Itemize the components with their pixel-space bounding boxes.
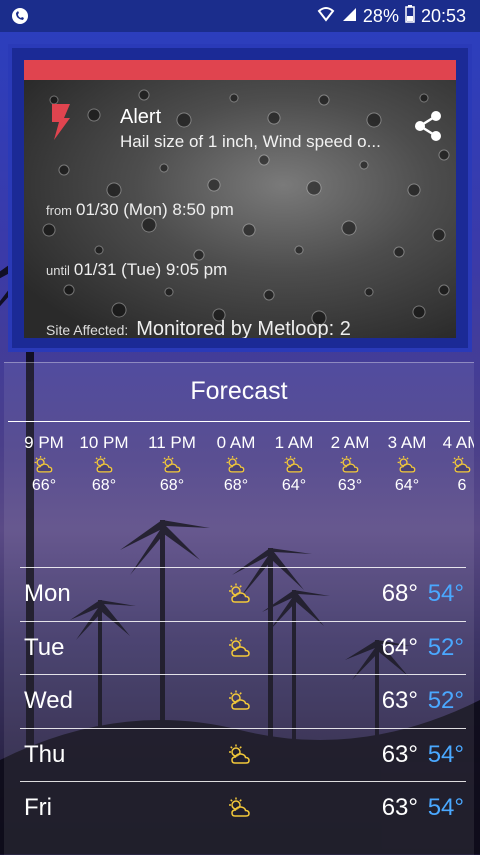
alert-until-row: until 01/31 (Tue) 9:05 pm — [46, 260, 227, 280]
hour-temperature: 68° — [159, 477, 185, 494]
hourly-item: 4 AM 6 — [434, 433, 474, 495]
partly-cloudy-icon — [226, 744, 254, 766]
hour-label: 2 AM — [330, 433, 370, 452]
forecast-title: Forecast — [190, 377, 288, 405]
alert-site-row: Site Affected: Monitored by Metloop: 2 — [46, 318, 351, 338]
partly-cloudy-icon — [338, 455, 362, 475]
wifi-icon — [317, 6, 335, 27]
partly-cloudy-icon — [226, 797, 254, 819]
daily-row[interactable]: Thu 63° 54° — [20, 727, 466, 781]
hourly-item: 10 PM 68° — [76, 433, 132, 495]
partly-cloudy-icon — [395, 455, 419, 475]
partly-cloudy-icon — [450, 455, 474, 475]
hourly-item: 11 PM 68° — [144, 433, 200, 495]
alert-card[interactable]: Alert Hail size of 1 inch, Wind speed o.… — [24, 60, 456, 338]
hour-label: 10 PM — [79, 433, 129, 452]
hour-temperature: 64° — [281, 477, 307, 494]
daily-row[interactable]: Mon 68° 54° — [20, 567, 466, 620]
hour-temperature: 64° — [394, 477, 420, 494]
partly-cloudy-icon — [32, 455, 56, 475]
partly-cloudy-icon — [160, 455, 184, 475]
alert-until-value: 01/31 (Tue) 9:05 pm — [73, 260, 228, 279]
hourly-item: 3 AM 64° — [379, 433, 435, 495]
hour-label: 3 AM — [387, 433, 427, 452]
alert-severity-bar — [24, 60, 456, 80]
hour-label: 0 AM — [216, 433, 256, 452]
day-name: Fri — [24, 794, 52, 821]
alert-from-value: 01/30 (Mon) 8:50 pm — [76, 200, 234, 219]
hour-label: 4 AM — [442, 433, 474, 452]
day-low-temperature: 54° — [427, 580, 464, 607]
day-low-temperature: 52° — [427, 633, 464, 661]
alert-site-value: Monitored by Metloop: 2 — [136, 318, 351, 338]
forecast-panel: Forecast 9 PM 66° 10 PM 68° 11 PM 68° 0 AM 68° 1… — [4, 362, 474, 855]
day-high-temperature: 63° — [381, 740, 418, 768]
hour-label: 11 PM — [148, 433, 196, 452]
hourly-forecast-strip[interactable]: 9 PM 66° 10 PM 68° 11 PM 68° 0 AM 68° 1 AM 64° 2 A… — [4, 433, 474, 513]
alert-from-row: from 01/30 (Mon) 8:50 pm — [46, 200, 234, 220]
day-high-temperature: 64° — [381, 633, 418, 661]
alert-from-label: from — [46, 203, 72, 218]
day-high-temperature: 68° — [381, 580, 418, 607]
battery-icon — [405, 5, 415, 28]
daily-row[interactable]: Wed 63° 52° — [20, 674, 466, 727]
hourly-item: 1 AM 64° — [266, 433, 322, 495]
hour-label: 1 AM — [274, 433, 314, 452]
day-high-temperature: 63° — [381, 794, 418, 821]
raindrops-background — [42, 89, 450, 326]
day-low-temperature: 54° — [427, 794, 464, 821]
status-bar: 28% 20:53 — [0, 0, 480, 32]
day-name: Tue — [24, 633, 65, 661]
hour-temperature: 68° — [91, 477, 117, 494]
day-high-temperature: 63° — [381, 687, 418, 714]
alert-frame: Alert Hail size of 1 inch, Wind speed o.… — [8, 44, 472, 352]
alert-until-label: until — [46, 263, 70, 278]
hour-temperature: 6 — [457, 477, 467, 494]
app-notification-icon — [10, 6, 30, 31]
partly-cloudy-icon — [224, 455, 248, 475]
day-low-temperature: 54° — [427, 740, 464, 768]
partly-cloudy-icon — [92, 455, 116, 475]
day-name: Wed — [24, 687, 73, 714]
partly-cloudy-icon — [282, 455, 306, 475]
daily-row[interactable]: Tue 64° 52° — [20, 620, 466, 674]
day-name: Mon — [24, 580, 71, 607]
hourly-item: 2 AM 63° — [322, 433, 378, 495]
partly-cloudy-icon — [226, 637, 254, 659]
daily-row[interactable]: Fri 63° 54° — [20, 781, 466, 834]
day-name: Thu — [24, 740, 66, 768]
forecast-divider — [8, 421, 470, 422]
partly-cloudy-icon — [226, 690, 254, 712]
alert-site-label: Site Affected: — [46, 322, 129, 338]
signal-icon — [341, 6, 357, 27]
alert-title: Alert — [120, 106, 162, 128]
hourly-item: 9 PM 66° — [16, 433, 72, 495]
lightning-alert-icon — [52, 104, 70, 140]
hour-temperature: 68° — [223, 477, 249, 494]
partly-cloudy-icon — [226, 583, 254, 605]
hour-temperature: 66° — [31, 477, 57, 494]
battery-percent: 28% — [362, 6, 399, 26]
clock: 20:53 — [420, 6, 466, 26]
hour-temperature: 63° — [337, 477, 363, 494]
share-icon[interactable] — [412, 110, 444, 142]
day-low-temperature: 52° — [427, 687, 464, 714]
alert-description: Hail size of 1 inch, Wind speed o... — [120, 132, 381, 151]
hour-label: 9 PM — [24, 433, 64, 452]
hourly-item: 0 AM 68° — [208, 433, 264, 495]
